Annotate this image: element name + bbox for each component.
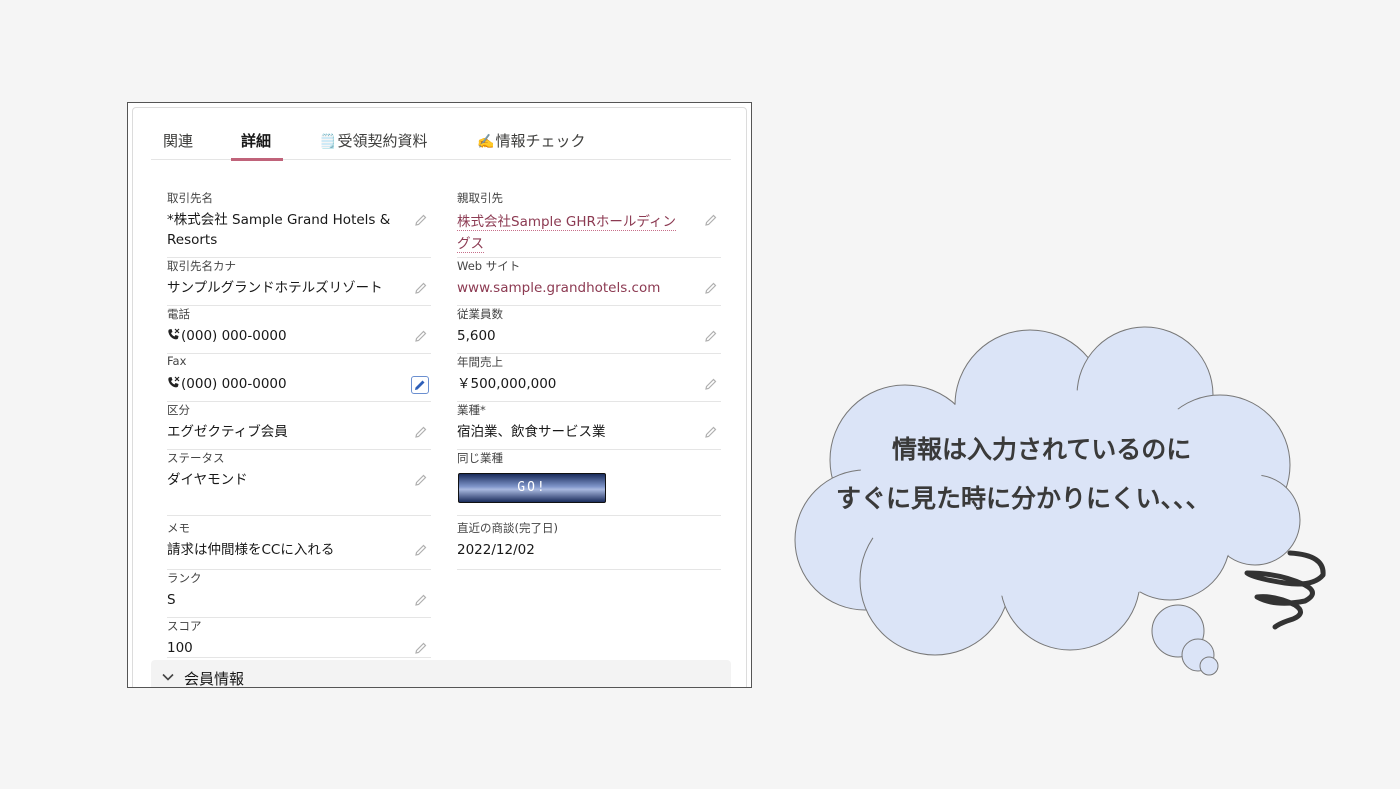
phone-number: (000) 000-0000	[181, 328, 287, 344]
field-label: 直近の商談(完了日)	[457, 521, 558, 535]
field-fax: Fax (000) 000-0000	[167, 354, 431, 402]
field-memo: メモ 請求は仲間様をCCに入れる	[167, 520, 431, 570]
memo-icon: 🗒️	[319, 134, 337, 150]
field-value: 5,600	[457, 328, 496, 344]
tab-label: 情報チェック	[495, 132, 586, 150]
field-value: ￥500,000,000	[457, 376, 557, 392]
field-label: 取引先名カナ	[167, 259, 236, 273]
field-label: 親取引先	[457, 191, 503, 205]
field-account-name: 取引先名 *株式会社 Sample Grand Hotels & Resorts	[167, 190, 431, 258]
field-account-kana: 取引先名カナ サンプルグランドホテルズリゾート	[167, 258, 431, 306]
field-value: サンプルグランドホテルズリゾート	[167, 280, 383, 296]
tab-related[interactable]: 関連	[163, 108, 193, 160]
pencil-icon[interactable]	[415, 330, 427, 342]
field-value[interactable]: (000) 000-0000	[167, 374, 407, 394]
bubble-text: 情報は入力されているのに すぐに見た時に分かりにくい、、、	[830, 425, 1270, 523]
field-value[interactable]: (000) 000-0000	[167, 326, 407, 346]
tab-contract-documents[interactable]: 🗒️受領契約資料	[319, 108, 427, 160]
field-label: 区分	[167, 403, 190, 417]
tab-bar: 関連 詳細 🗒️受領契約資料 ✍️情報チェック	[151, 108, 731, 161]
pencil-icon[interactable]	[415, 594, 427, 606]
bubble-line-2: すぐに見た時に分かりにくい、、、	[836, 484, 1211, 513]
field-value: 2022/12/02	[457, 542, 535, 558]
field-category: 区分 エグゼクティブ会員	[167, 402, 431, 450]
field-label: Web サイト	[457, 259, 521, 273]
field-value: *株式会社 Sample Grand Hotels & Resorts	[167, 212, 391, 248]
pencil-icon[interactable]	[415, 214, 427, 226]
field-value: ダイヤモンド	[167, 472, 248, 488]
pencil-icon[interactable]	[415, 474, 427, 486]
section-header-member-info[interactable]: 会員情報	[151, 660, 731, 688]
field-label: 同じ業種	[457, 451, 503, 465]
tab-details[interactable]: 詳細	[230, 108, 284, 161]
pencil-icon[interactable]	[411, 376, 429, 394]
tab-info-check[interactable]: ✍️情報チェック	[477, 108, 585, 160]
field-label: 電話	[167, 307, 190, 321]
fax-number: (000) 000-0000	[181, 376, 287, 392]
pencil-icon[interactable]	[705, 282, 717, 294]
writing-hand-icon: ✍️	[477, 134, 495, 150]
field-label: 業種*	[457, 403, 486, 417]
field-score: スコア 100	[167, 618, 431, 658]
field-value: 100	[167, 640, 193, 656]
field-industry: 業種* 宿泊業、飲食サービス業	[457, 402, 721, 450]
field-label: ステータス	[167, 451, 225, 465]
field-label: 従業員数	[457, 307, 503, 321]
phone-icon	[167, 328, 180, 341]
pencil-icon[interactable]	[705, 330, 717, 342]
field-label: 取引先名	[167, 191, 213, 205]
field-label: 年間売上	[457, 355, 503, 369]
field-recent-opportunity: 直近の商談(完了日) 2022/12/02	[457, 520, 721, 570]
phone-icon	[167, 376, 180, 389]
field-status: ステータス ダイヤモンド	[167, 450, 431, 516]
field-value: エグゼクティブ会員	[167, 424, 288, 440]
field-annual-revenue: 年間売上 ￥500,000,000	[457, 354, 721, 402]
bubble-line-1: 情報は入力されているのに	[892, 435, 1192, 464]
pencil-icon[interactable]	[415, 642, 427, 654]
field-parent-account: 親取引先 株式会社Sample GHRホールディングス	[457, 190, 721, 258]
scribble-icon	[1244, 550, 1326, 630]
field-rank: ランク S	[167, 570, 431, 618]
pencil-icon[interactable]	[415, 282, 427, 294]
pencil-icon[interactable]	[705, 214, 717, 226]
section-title: 会員情報	[184, 670, 245, 688]
pencil-icon[interactable]	[705, 426, 717, 438]
website-link[interactable]: www.sample.grandhotels.com	[457, 278, 697, 298]
chevron-down-icon	[161, 670, 175, 684]
link-text: 株式会社Sample GHRホールディングス	[457, 214, 676, 253]
field-employees: 従業員数 5,600	[457, 306, 721, 354]
field-label: メモ	[167, 521, 190, 535]
field-label: Fax	[167, 354, 187, 368]
field-value: 請求は仲間様をCCに入れる	[167, 542, 335, 558]
field-phone: 電話 (000) 000-0000	[167, 306, 431, 354]
tab-label: 関連	[163, 132, 194, 150]
pencil-icon[interactable]	[415, 544, 427, 556]
field-value: S	[167, 592, 176, 608]
record-detail-screenshot: 関連 詳細 🗒️受領契約資料 ✍️情報チェック 取引先名 *株式会社 Sampl…	[127, 102, 752, 688]
field-value: 宿泊業、飲食サービス業	[457, 424, 606, 440]
record-detail-card: 関連 詳細 🗒️受領契約資料 ✍️情報チェック 取引先名 *株式会社 Sampl…	[132, 107, 747, 688]
tab-label: 詳細	[241, 132, 272, 150]
pencil-icon[interactable]	[415, 426, 427, 438]
tab-label: 受領契約資料	[337, 132, 428, 150]
parent-account-link[interactable]: 株式会社Sample GHRホールディングス	[457, 211, 689, 255]
field-label: ランク	[167, 571, 202, 585]
field-label: スコア	[167, 619, 202, 633]
field-website: Web サイト www.sample.grandhotels.com	[457, 258, 721, 306]
pencil-icon[interactable]	[705, 378, 717, 390]
go-button[interactable]: GO!	[458, 473, 606, 503]
